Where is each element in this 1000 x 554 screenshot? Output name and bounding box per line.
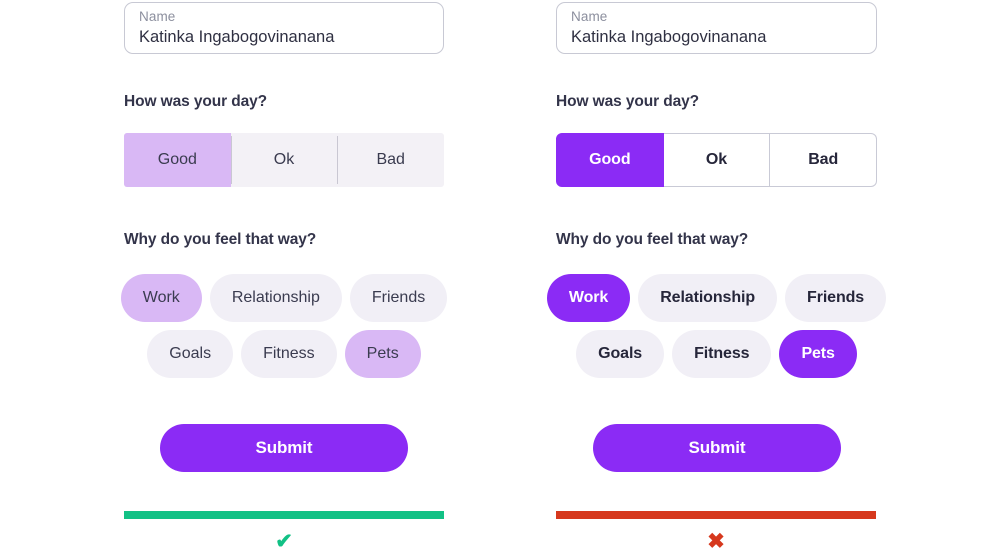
chip-friends[interactable]: Friends: [349, 274, 448, 322]
chip-row-1: Work Relationship Friends: [120, 274, 448, 322]
reason-chip-group-plain: Work Relationship Friends Goals Fitness …: [120, 274, 448, 386]
chip-friends[interactable]: Friends: [785, 274, 887, 322]
day-segmented-control-styled[interactable]: Good Ok Bad: [556, 133, 878, 187]
chip-pets[interactable]: Pets: [779, 330, 857, 378]
submit-button[interactable]: Submit: [160, 424, 408, 472]
why-question-heading: Why do you feel that way?: [556, 231, 749, 248]
chip-work[interactable]: Work: [546, 274, 631, 322]
chip-row-2: Goals Fitness Pets: [124, 330, 444, 378]
result-bar-success: [124, 511, 444, 519]
name-field-plain[interactable]: Name Katinka Ingabogovinanana: [124, 2, 444, 54]
chip-fitness[interactable]: Fitness: [241, 330, 337, 378]
segment-ok[interactable]: Ok: [230, 133, 338, 187]
form-panel-plain: Name Katinka Ingabogovinanana How was yo…: [120, 0, 448, 554]
segment-bad[interactable]: Bad: [337, 133, 444, 187]
segment-bad[interactable]: Bad: [770, 133, 878, 187]
submit-button[interactable]: Submit: [593, 424, 841, 472]
why-question-heading: Why do you feel that way?: [124, 231, 317, 248]
chip-row-2: Goals Fitness Pets: [556, 330, 877, 378]
chip-pets[interactable]: Pets: [344, 330, 421, 378]
chip-goals[interactable]: Goals: [576, 330, 665, 378]
comparison-stage: Name Katinka Ingabogovinanana How was yo…: [0, 0, 1000, 554]
name-input[interactable]: Katinka Ingabogovinanana: [571, 26, 862, 49]
chip-relationship[interactable]: Relationship: [638, 274, 778, 322]
cross-icon: ✖: [707, 530, 725, 553]
name-field-label: Name: [571, 9, 608, 24]
chip-goals[interactable]: Goals: [147, 330, 234, 378]
segment-ok[interactable]: Ok: [663, 133, 771, 187]
chip-row-1: Work Relationship Friends: [546, 274, 887, 322]
name-field-label: Name: [139, 9, 176, 24]
day-question-heading: How was your day?: [556, 93, 699, 110]
segment-good[interactable]: Good: [556, 133, 664, 187]
segment-good[interactable]: Good: [124, 133, 231, 187]
result-bar-error: [556, 511, 876, 519]
name-field-styled[interactable]: Name Katinka Ingabogovinanana: [556, 2, 877, 54]
day-question-heading: How was your day?: [124, 93, 267, 110]
form-panel-styled: Name Katinka Ingabogovinanana How was yo…: [546, 0, 887, 554]
chip-fitness[interactable]: Fitness: [672, 330, 772, 378]
chip-relationship[interactable]: Relationship: [209, 274, 342, 322]
reason-chip-group-styled: Work Relationship Friends Goals Fitness …: [546, 274, 887, 386]
day-segmented-control-plain[interactable]: Good Ok Bad: [124, 133, 444, 187]
check-icon: ✔: [275, 530, 293, 553]
chip-work[interactable]: Work: [120, 274, 202, 322]
name-input[interactable]: Katinka Ingabogovinanana: [139, 26, 429, 49]
